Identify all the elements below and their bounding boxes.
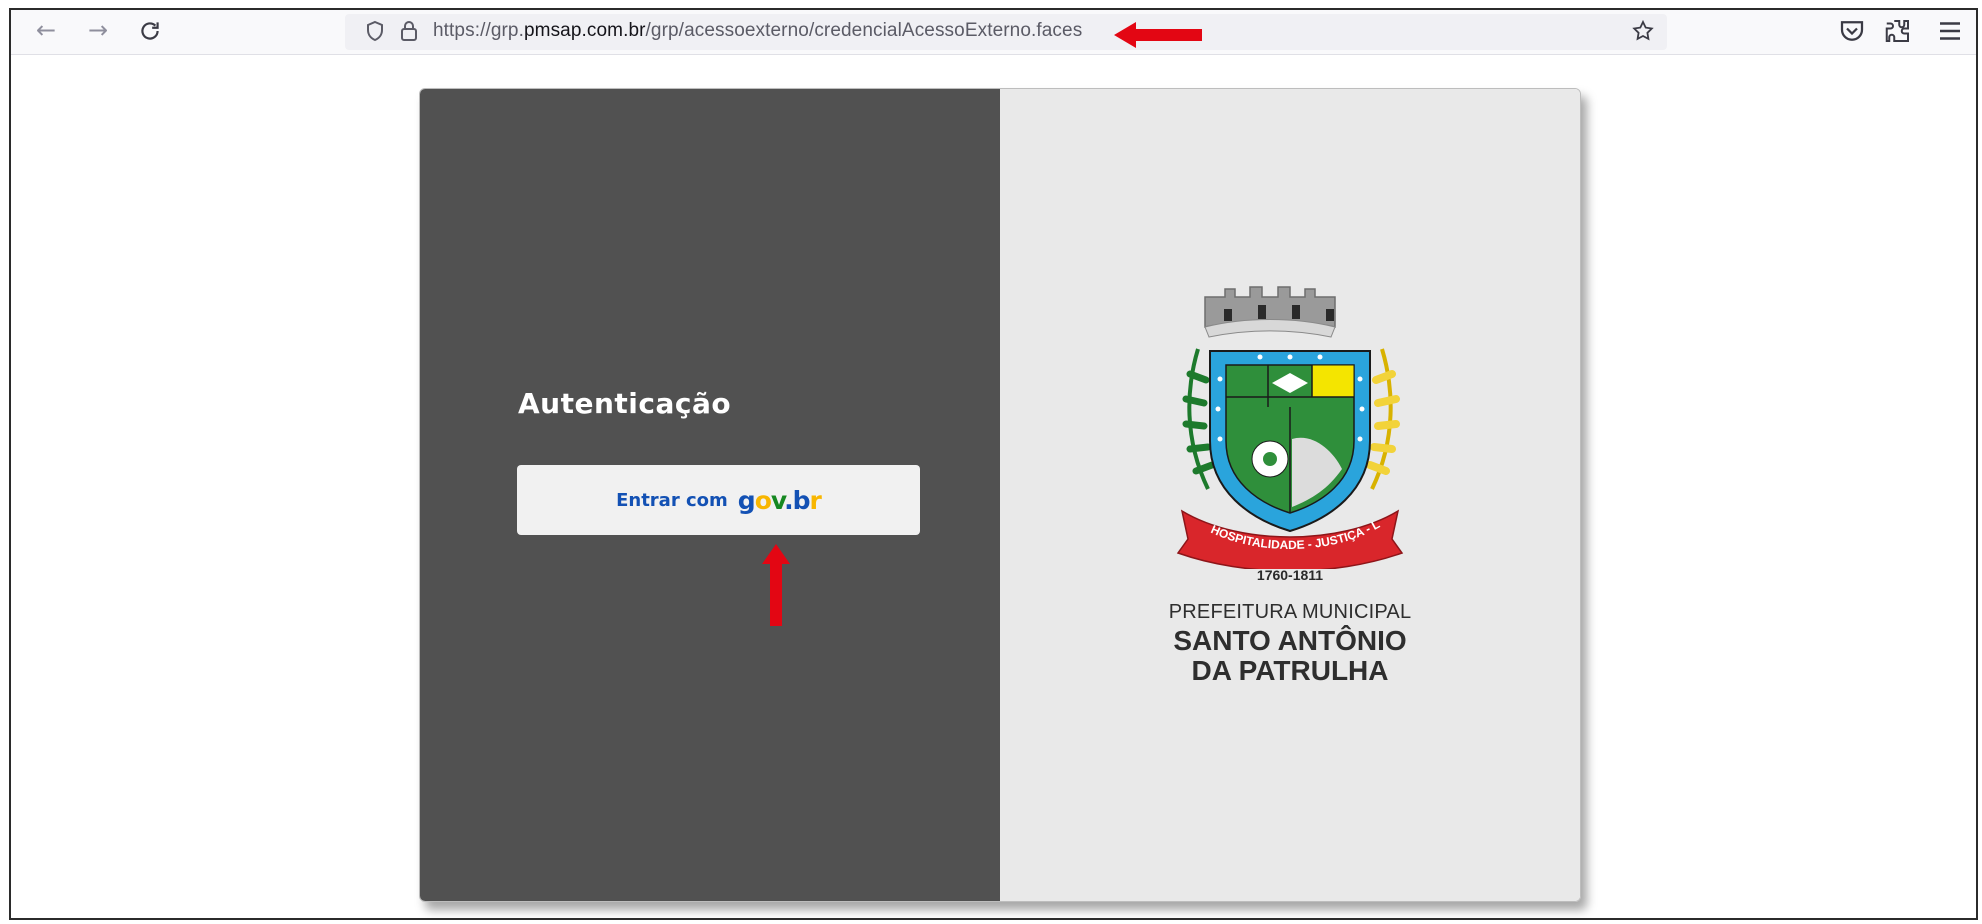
- back-icon[interactable]: ←: [31, 16, 61, 46]
- govbr-button-label: Entrar com: [616, 489, 728, 511]
- govbr-logo-b: b: [792, 485, 811, 515]
- url-host: pmsap.com.br: [523, 20, 646, 41]
- extensions-icon[interactable]: [1883, 16, 1913, 46]
- lock-icon[interactable]: [397, 19, 421, 43]
- founding-years: 1760-1811: [1256, 567, 1324, 583]
- reload-icon[interactable]: [135, 16, 165, 46]
- govbr-logo-dot: .: [784, 485, 793, 515]
- auth-title: Autenticação: [518, 387, 732, 420]
- url-text[interactable]: https://grp.pmsap.com.br/grp/acessoexter…: [433, 20, 1082, 42]
- annotation-left-arrow: [1114, 22, 1202, 48]
- bookmark-star-icon[interactable]: [1631, 19, 1655, 43]
- govbr-login-button[interactable]: Entrar com gov.br: [517, 465, 920, 535]
- browser-toolbar: ← → https://grp.pmsap.com.br/grp/acessoe…: [11, 10, 1976, 55]
- govbr-logo-o: o: [754, 485, 772, 515]
- url-path: /grp/acessoexterno/credencialAcessoExter…: [645, 20, 1083, 41]
- login-card: Autenticação Entrar com gov.br HOSPITALI…: [419, 88, 1581, 902]
- url-bar[interactable]: https://grp.pmsap.com.br/grp/acessoexter…: [345, 14, 1667, 50]
- brand-line-2: SANTO ANTÔNIO: [1173, 625, 1407, 656]
- pocket-icon[interactable]: [1837, 16, 1867, 46]
- govbr-logo-v: v: [770, 485, 785, 515]
- url-prefix: https://grp.: [433, 20, 524, 41]
- menu-icon[interactable]: [1935, 16, 1965, 46]
- forward-icon[interactable]: →: [83, 16, 113, 46]
- govbr-logo-r: r: [809, 485, 822, 515]
- annotation-up-arrow: [762, 544, 790, 626]
- brand-line-3: DA PATRULHA: [1191, 655, 1389, 686]
- brand-line-1: PREFEITURA MUNICIPAL: [1168, 601, 1412, 623]
- govbr-logo: gov.br: [737, 485, 822, 515]
- brand-panel: HOSPITALIDADE - JUSTIÇA - LABOR 1760-181…: [1000, 89, 1580, 901]
- auth-panel: Autenticação Entrar com gov.br: [420, 89, 1000, 901]
- browser-window: ← → https://grp.pmsap.com.br/grp/acessoe…: [9, 8, 1978, 920]
- shield-icon[interactable]: [363, 19, 387, 43]
- municipal-crest-icon: HOSPITALIDADE - JUSTIÇA - LABOR: [1160, 279, 1404, 569]
- govbr-logo-g: g: [737, 485, 756, 515]
